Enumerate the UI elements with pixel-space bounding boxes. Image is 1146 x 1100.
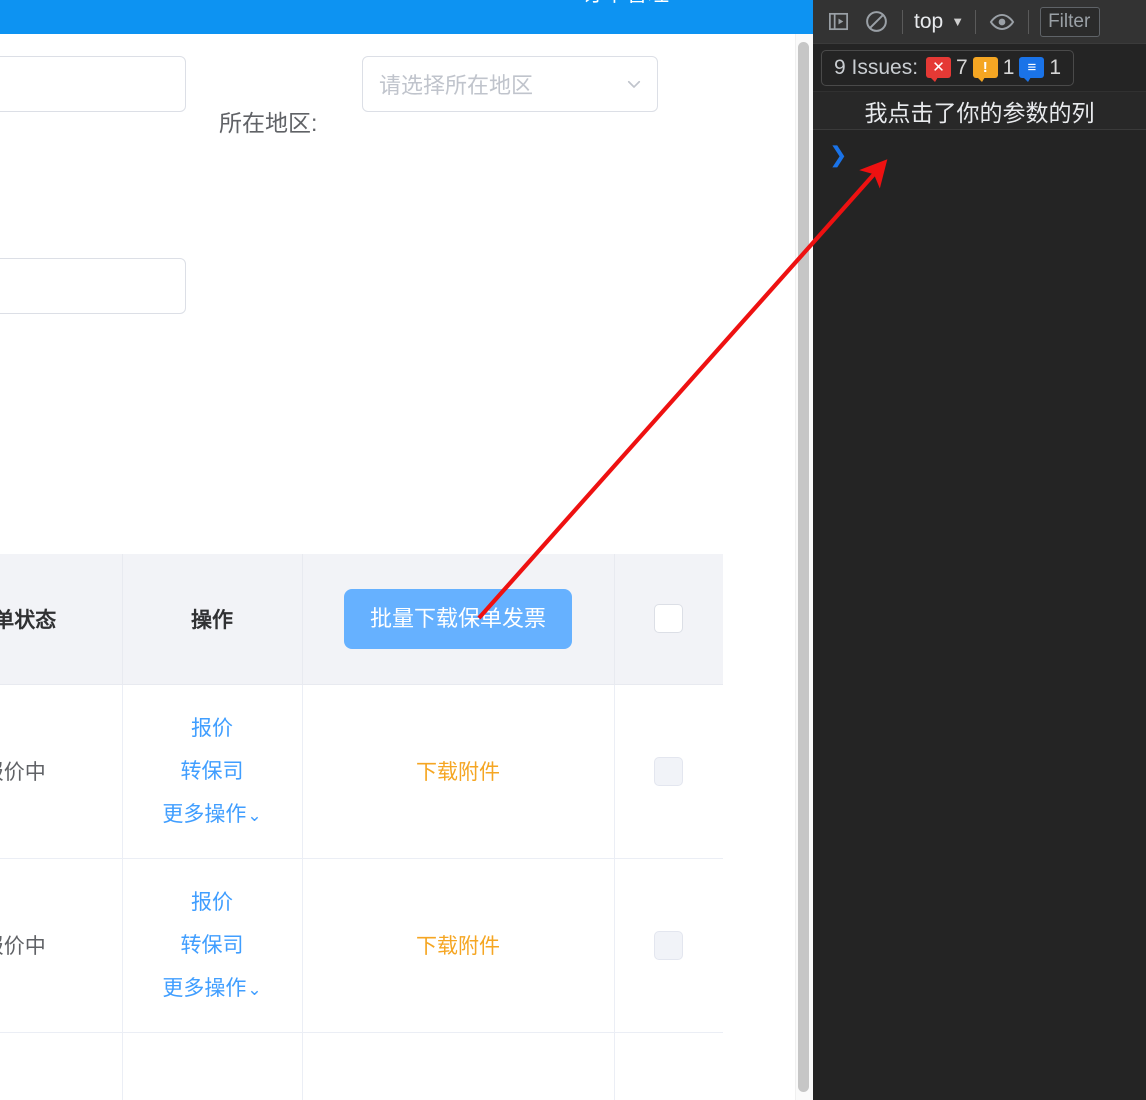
issues-count-label: 9 Issues: [834, 55, 919, 79]
row-action-more-operations-label: 更多操作 [162, 976, 247, 1000]
row-action-quote[interactable]: 报价 [191, 718, 233, 739]
info-count: 1 [1049, 55, 1062, 79]
cell-attachment: 下载附件 [302, 684, 615, 859]
row-checkbox[interactable] [654, 756, 684, 786]
cell-order-status: 报价中 [0, 858, 123, 1033]
table-row: 报价中 报价 转保司 更多操作⌄ 下载附件 [0, 858, 723, 1033]
toolbar-divider [1028, 9, 1030, 34]
table-header-row: 订单状态 操作 批量下载保单发票 [0, 554, 723, 685]
issue-badges: ✕ 7 ! 1 ≡ 1 [926, 55, 1062, 82]
console-filter-placeholder: Filter [1048, 10, 1091, 32]
cell-attachment [302, 1032, 615, 1100]
remark-input[interactable]: 备注 [0, 258, 186, 314]
cell-order-status [0, 1032, 123, 1100]
execution-context-label: top [914, 9, 944, 33]
insured-input[interactable]: 投保人 [0, 56, 186, 112]
cell-operations: 出单 [122, 1032, 303, 1100]
issues-summary-button[interactable]: 9 Issues: ✕ 7 ! 1 ≡ 1 [821, 49, 1075, 86]
cell-row-select [614, 858, 723, 1033]
row-action-more-operations[interactable]: 更多操作⌄ [162, 804, 261, 825]
clear-console-icon[interactable] [857, 3, 895, 41]
app-header-bar: 订单管理 [0, 0, 813, 34]
download-attachment-link[interactable]: 下载附件 [416, 761, 500, 784]
console-log-message: 我点击了你的参数的列 [864, 99, 1095, 126]
cell-order-status: 报价中 [0, 684, 123, 859]
devtools-panel: top ▼ Filter 9 Issues: ✕ 7 ! 1 ≡ 1 我点击了你… [813, 0, 1146, 1100]
toolbar-divider [975, 9, 977, 34]
execution-context-selector[interactable]: top ▼ [910, 10, 968, 34]
chevron-down-icon: ⌄ [247, 979, 262, 999]
issues-bar: 9 Issues: ✕ 7 ! 1 ≡ 1 [813, 44, 1146, 92]
download-attachment-link[interactable]: 下载附件 [416, 935, 500, 958]
toolbar-divider [902, 9, 903, 34]
row-action-transfer-insurer[interactable]: 转保司 [181, 935, 244, 956]
chevron-down-icon [625, 75, 643, 93]
row-action-transfer-insurer[interactable]: 转保司 [181, 761, 244, 782]
column-header-select-all [614, 554, 723, 685]
cell-row-select [614, 684, 723, 859]
page-title: 订单管理 [582, 0, 782, 8]
region-select-placeholder: 请选择所在地区 [379, 73, 534, 98]
batch-download-invoice-button[interactable]: 批量下载保单发票 [343, 588, 572, 649]
screenshot-root: 订单管理 投保人 备注 所在地区: 请选择所在地区 [0, 0, 1146, 1100]
row-action-more-operations-label: 更多操作 [162, 802, 247, 826]
row-action-more-operations[interactable]: 更多操作⌄ [162, 978, 261, 999]
region-select[interactable]: 请选择所在地区 [362, 56, 658, 112]
cell-operations: 报价 转保司 更多操作⌄ [122, 684, 303, 859]
cell-row-select [614, 1032, 723, 1100]
web-page-viewport: 订单管理 投保人 备注 所在地区: 请选择所在地区 [0, 0, 813, 1100]
error-icon: ✕ [926, 57, 952, 82]
console-log-entry[interactable]: 我点击了你的参数的列 [813, 92, 1146, 130]
select-all-checkbox[interactable] [654, 604, 684, 634]
table-body: 报价中 报价 转保司 更多操作⌄ 下载附件 [0, 684, 723, 1100]
console-input-area[interactable]: ❯ CSDN @i_am_a_div_日积月累_ [813, 130, 1146, 1100]
table-row: 报价中 报价 转保司 更多操作⌄ 下载附件 [0, 684, 723, 859]
console-filter-input[interactable]: Filter [1040, 6, 1101, 37]
info-message-icon: ≡ [1019, 57, 1045, 82]
column-header-order-status[interactable]: 订单状态 [0, 554, 123, 685]
row-action-quote[interactable]: 报价 [191, 892, 233, 913]
error-count: 7 [956, 55, 968, 79]
chevron-down-icon: ▼ [951, 14, 965, 29]
console-toolbar: top ▼ Filter [813, 0, 1146, 44]
warning-icon: ! [972, 57, 998, 82]
table-row: 出单 [0, 1032, 723, 1100]
console-prompt-icon[interactable]: ❯ [829, 142, 847, 168]
vertical-scrollbar-thumb[interactable] [798, 42, 809, 1092]
cell-attachment: 下载附件 [302, 858, 615, 1033]
eye-icon[interactable] [983, 3, 1021, 41]
chevron-down-icon: ⌄ [247, 805, 262, 825]
column-header-batch-download: 批量下载保单发票 [302, 554, 615, 685]
region-label: 所在地区: [219, 110, 318, 136]
sidebar-toggle-icon[interactable] [819, 3, 857, 41]
row-checkbox[interactable] [654, 930, 684, 960]
cell-operations: 报价 转保司 更多操作⌄ [122, 858, 303, 1033]
search-form: 投保人 备注 所在地区: 请选择所在地区 [0, 34, 795, 554]
orders-table: 订单状态 操作 批量下载保单发票 报价中 报价 转保 [0, 554, 723, 1100]
column-header-operations[interactable]: 操作 [122, 554, 303, 685]
warning-count: 1 [1002, 55, 1015, 79]
